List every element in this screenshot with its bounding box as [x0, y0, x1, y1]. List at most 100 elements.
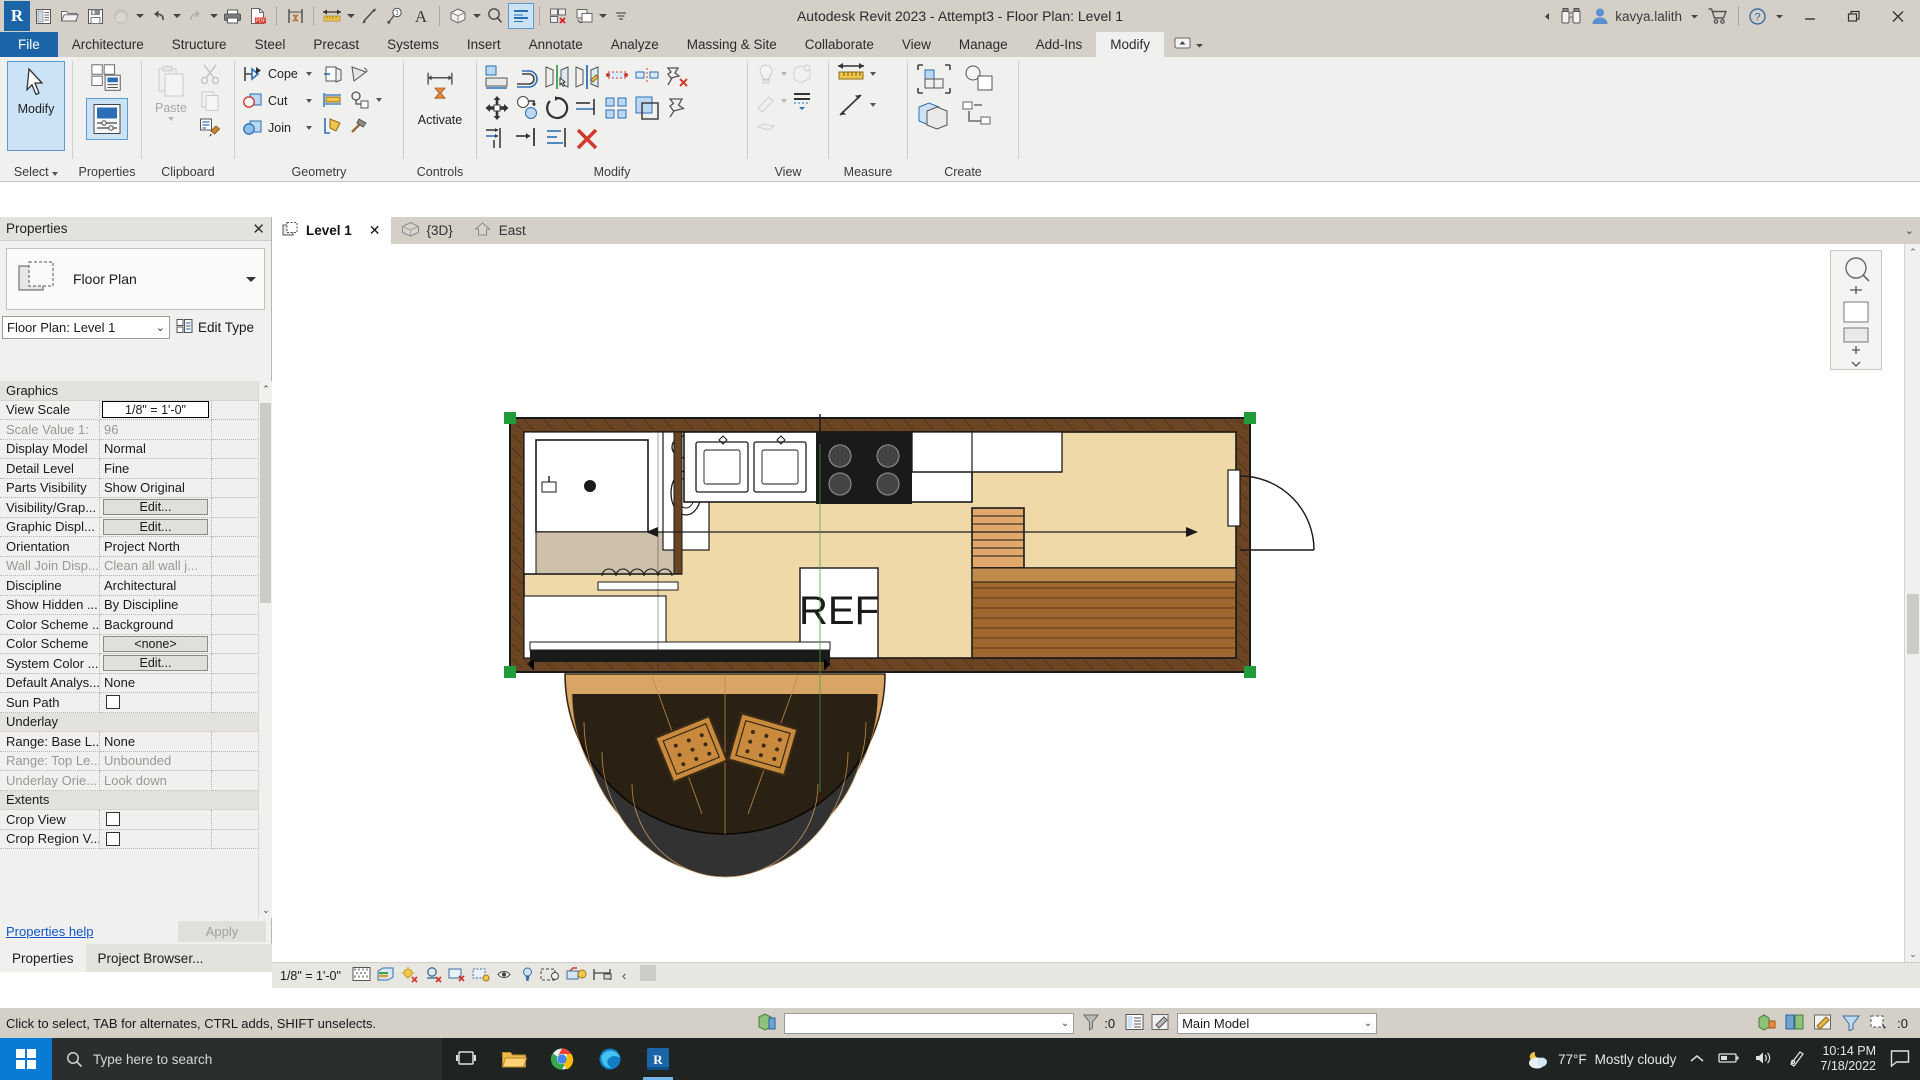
linework-button[interactable]	[753, 88, 815, 114]
geometry-more-dropdown-icon[interactable]	[376, 98, 382, 102]
default-3d-view-icon[interactable]	[445, 3, 471, 29]
ribbon-tab-view[interactable]: View	[888, 32, 945, 57]
user-dropdown-icon[interactable]	[1686, 0, 1703, 32]
property-row-crop-view[interactable]: Crop View	[0, 810, 272, 830]
offset-icon[interactable]	[512, 61, 542, 92]
ribbon-tab-steel[interactable]: Steel	[241, 32, 300, 57]
edit-group-icon[interactable]	[957, 61, 999, 97]
split-element-icon[interactable]	[346, 87, 372, 113]
apply-button[interactable]: Apply	[178, 921, 266, 942]
view-tab-3d[interactable]: {3D}	[391, 217, 463, 244]
open-icon[interactable]	[56, 3, 82, 29]
delete-icon[interactable]	[572, 123, 602, 154]
properties-type-dropdown-icon[interactable]	[246, 277, 256, 282]
editable-only-icon[interactable]	[1151, 1013, 1171, 1034]
edge-icon[interactable]	[586, 1038, 634, 1080]
ribbon-tab-file[interactable]: File	[0, 32, 58, 57]
design-option-selector[interactable]: ⌄	[784, 1013, 1074, 1034]
view-tab-east[interactable]: East	[463, 217, 536, 244]
cut-clipboard-icon[interactable]	[197, 61, 223, 87]
taskbar-search[interactable]: Type here to search	[52, 1038, 442, 1080]
hammer-icon[interactable]	[346, 113, 372, 139]
palette-tab-project-browser[interactable]: Project Browser...	[86, 944, 216, 972]
measure-dropdown-icon[interactable]	[870, 72, 876, 76]
chrome-icon[interactable]	[538, 1038, 586, 1080]
constraints-icon[interactable]	[592, 966, 613, 986]
show-hidden-icons-icon[interactable]	[1690, 1052, 1704, 1067]
property-row-show-hidden-lines[interactable]: Show Hidden ... By Discipline	[0, 596, 272, 616]
view-scale-field[interactable]: 1/8" = 1'-0"	[102, 401, 209, 418]
create-group-icon[interactable]	[913, 98, 955, 134]
ribbon-tab-annotate[interactable]: Annotate	[515, 32, 597, 57]
restore-button[interactable]	[1832, 1, 1876, 31]
redo-icon[interactable]	[182, 3, 208, 29]
print-icon[interactable]	[219, 3, 245, 29]
ribbon-tab-manage[interactable]: Manage	[945, 32, 1022, 57]
editable-only-status-icon[interactable]	[1813, 1013, 1833, 1034]
mirror-draw-axis-icon[interactable]	[572, 61, 602, 92]
type-properties-icon[interactable]	[90, 61, 124, 95]
palette-tab-properties[interactable]: Properties	[0, 944, 86, 972]
ribbon-minimize-icon[interactable]	[1174, 36, 1191, 53]
modify-button[interactable]: Modify	[7, 61, 65, 151]
exclude-filter-icon[interactable]	[1841, 1013, 1861, 1034]
property-row-detail-level[interactable]: Detail Level Fine	[0, 459, 272, 479]
close-hidden-windows-icon[interactable]	[545, 3, 571, 29]
undo-icon[interactable]	[145, 3, 171, 29]
trim-single-icon[interactable]	[512, 123, 542, 154]
rotate-icon[interactable]	[542, 92, 572, 123]
join-button[interactable]: Join	[240, 115, 312, 141]
pin-icon[interactable]	[662, 92, 692, 123]
cut-dropdown-icon[interactable]	[306, 99, 312, 103]
array-icon[interactable]	[602, 92, 632, 123]
save-as-dropdown-icon[interactable]	[134, 3, 145, 29]
property-group-extents[interactable]: Extents ⌃	[0, 791, 272, 811]
align-icon[interactable]	[356, 3, 382, 29]
properties-type-preview[interactable]: Floor Plan	[6, 248, 265, 310]
revit-logo-icon[interactable]: R	[4, 1, 30, 31]
ribbon-tab-structure[interactable]: Structure	[158, 32, 241, 57]
scrollbar-thumb[interactable]	[1907, 594, 1919, 654]
split-face-icon[interactable]	[320, 61, 346, 87]
crop-view-off-icon[interactable]	[472, 966, 491, 986]
measure-between-references-button[interactable]	[834, 61, 876, 87]
scroll-down-icon[interactable]: ⌄	[1905, 946, 1920, 962]
properties-type-selector[interactable]: Floor Plan: Level 1 ⌄	[2, 316, 170, 339]
save-icon[interactable]	[82, 3, 108, 29]
close-button[interactable]	[1876, 1, 1920, 31]
visibility-graphics-edit-button[interactable]: Edit...	[103, 499, 208, 515]
view-tab-close-icon[interactable]: ✕	[369, 222, 381, 239]
customize-qat-icon[interactable]	[608, 3, 634, 29]
property-group-underlay[interactable]: Underlay ⌃	[0, 713, 272, 733]
match-type-properties-icon[interactable]	[197, 115, 223, 141]
create-similar-icon[interactable]	[913, 61, 955, 97]
switch-windows-dropdown-icon[interactable]	[597, 3, 608, 29]
aligned-dimension-icon[interactable]	[319, 3, 345, 29]
edit-type-button[interactable]: Edit Type	[176, 318, 254, 337]
new-project-icon[interactable]	[30, 3, 56, 29]
tag-icon[interactable]: 1	[382, 3, 408, 29]
reveal-dropdown-icon[interactable]	[781, 72, 787, 76]
pen-icon[interactable]	[1788, 1049, 1806, 1070]
paste-button[interactable]: Paste	[147, 61, 195, 121]
scrollbar-thumb[interactable]	[640, 965, 656, 981]
unpin-icon[interactable]	[662, 61, 692, 92]
property-row-color-scheme[interactable]: Color Scheme <none>	[0, 635, 272, 655]
detail-level-icon[interactable]	[352, 966, 371, 985]
activate-button[interactable]: Activate	[409, 61, 471, 127]
split-with-gap-icon[interactable]	[632, 61, 662, 92]
join-dropdown-icon[interactable]	[306, 126, 312, 130]
copy-icon[interactable]	[197, 88, 223, 114]
redo-dropdown-icon[interactable]	[208, 3, 219, 29]
properties-palette-icon[interactable]	[86, 98, 128, 140]
taskbar-clock[interactable]: 10:14 PM 7/18/2022	[1820, 1044, 1876, 1074]
view-navigation-controls[interactable]	[1830, 250, 1882, 370]
scroll-down-icon[interactable]: ⌄	[259, 902, 272, 918]
search-binoculars-icon[interactable]	[1556, 0, 1586, 32]
extend-multiple-icon[interactable]	[482, 123, 512, 154]
ribbon-tab-architecture[interactable]: Architecture	[58, 32, 158, 57]
search-collapse-icon[interactable]	[1539, 0, 1556, 32]
linework-dropdown-icon[interactable]	[781, 99, 787, 103]
measure-icon[interactable]	[282, 3, 308, 29]
drawing-canvas[interactable]: REF	[272, 244, 1904, 962]
